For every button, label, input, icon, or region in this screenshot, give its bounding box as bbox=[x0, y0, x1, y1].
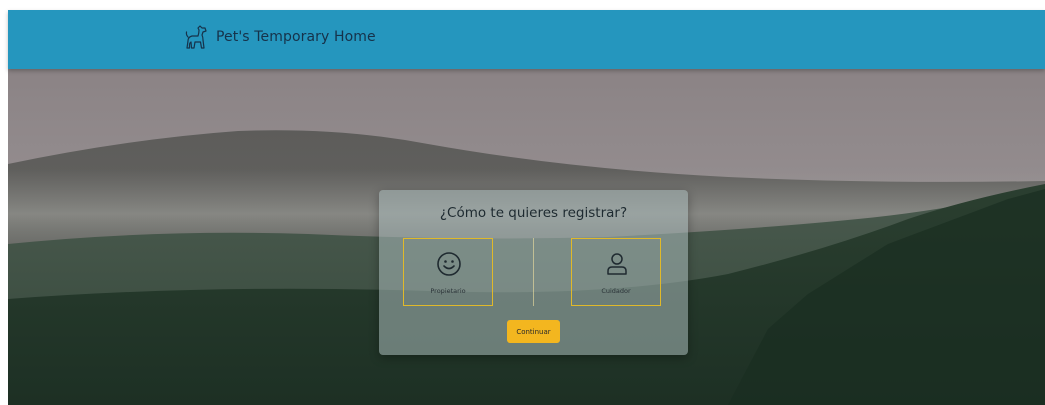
smiley-face-icon bbox=[437, 252, 461, 276]
dialog-title: ¿Cómo te quieres registrar? bbox=[439, 205, 628, 221]
option-carer[interactable]: Cuidador bbox=[571, 238, 661, 306]
registration-dialog: ¿Cómo te quieres registrar? Propietario … bbox=[379, 190, 688, 355]
dog-icon bbox=[185, 25, 207, 49]
page: Pet's Temporary Home ¿Cómo te quieres re… bbox=[0, 0, 1045, 405]
user-icon bbox=[607, 253, 627, 275]
brand-name: Pet's Temporary Home bbox=[216, 29, 376, 45]
brand[interactable]: Pet's Temporary Home bbox=[184, 24, 376, 50]
option-owner[interactable]: Propietario bbox=[403, 238, 493, 306]
option-carer-label: Cuidador bbox=[601, 287, 631, 295]
divider bbox=[533, 238, 534, 306]
option-owner-label: Propietario bbox=[430, 287, 466, 295]
continue-button[interactable]: Continuar bbox=[507, 320, 560, 343]
top-navbar: Pet's Temporary Home bbox=[8, 10, 1045, 69]
